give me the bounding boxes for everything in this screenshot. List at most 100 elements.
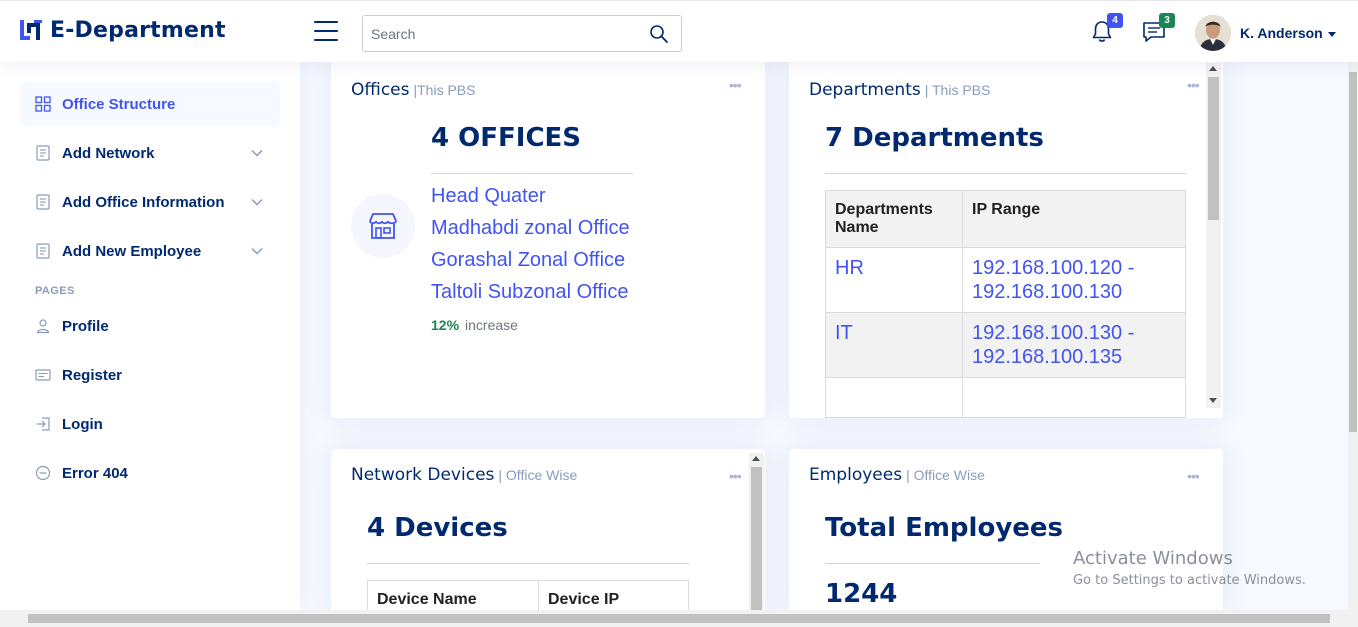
scrollbar-thumb[interactable] [1208,77,1219,220]
scroll-up-arrow-icon[interactable] [752,456,760,461]
employees-card: Employees | Office Wise ••• Total Employe… [789,449,1223,619]
search-icon[interactable] [649,24,669,44]
sidebar-item-register[interactable]: Register [20,353,280,397]
card-title-text: Network Devices [351,465,495,485]
divider [367,563,689,564]
table-row: IT 192.168.100.130 - 192.168.100.135 [825,312,1186,378]
table-cell[interactable]: 192.168.100.120 - 192.168.100.130 [962,247,1186,313]
card-subtitle: | Office Wise [906,467,985,483]
table-cell [962,377,1186,418]
sidebar-item-label: Add Office Information [62,193,225,211]
card-title: Offices |This PBS [351,80,475,100]
sidebar-item-label: Login [62,415,103,433]
departments-table: Departments Name IP Range HR 192.168.100… [825,190,1186,418]
sidebar-item-label: Profile [62,317,109,335]
notifications-badge: 4 [1107,13,1123,28]
page-scrollbar-vertical[interactable] [1348,62,1358,610]
chevron-down-icon [251,247,263,255]
column-header: IP Range [962,190,1186,248]
top-header: E-Department 4 3 K [0,0,1358,62]
sidebar-item-label: Office Structure [62,95,176,113]
office-link-gorashal[interactable]: Gorashal Zonal Office [431,244,630,276]
dash-circle-icon [35,465,51,481]
office-link-madhabdi[interactable]: Madhabdi zonal Office [431,212,630,244]
more-options-icon[interactable]: ••• [729,78,745,92]
sidebar-item-login[interactable]: Login [20,402,280,446]
increase-label: increase [465,317,518,333]
document-icon [36,145,50,161]
scroll-down-arrow-icon[interactable] [1209,398,1217,403]
employees-headline: Total Employees [825,513,1064,543]
watermark-title: Activate Windows [1073,548,1233,569]
sidebar-item-profile[interactable]: Profile [20,304,280,348]
logo-text: E-Department [50,17,226,43]
logo[interactable]: E-Department [18,17,226,43]
network-devices-card: Network Devices | Office Wise ••• 4 Devic… [331,449,765,619]
page-scrollbar-thumb[interactable] [1349,72,1357,432]
chevron-down-icon [251,198,263,206]
devices-headline: 4 Devices [367,513,508,543]
messages-badge: 3 [1159,13,1175,28]
more-options-icon[interactable]: ••• [1187,78,1203,92]
page-scrollbar-horizontal[interactable] [0,610,1358,627]
table-header-row: Departments Name IP Range [825,190,1186,248]
notifications-button[interactable]: 4 [1089,13,1123,45]
divider [431,173,633,174]
messages-button[interactable]: 3 [1141,13,1175,45]
menu-toggle-icon[interactable] [314,21,338,41]
scrollbar-thumb[interactable] [751,467,762,619]
scrollbar[interactable] [1206,63,1221,408]
sidebar: Office Structure Add Network Add Office … [0,62,300,610]
sidebar-item-label: Add New Employee [62,242,202,260]
sidebar-item-add-new-employee[interactable]: Add New Employee [20,229,280,273]
document-icon [36,243,50,259]
card-title-text: Employees [809,465,903,485]
chevron-down-icon [251,149,263,157]
card-subtitle: |This PBS [413,82,476,98]
office-link-head-quater[interactable]: Head Quater [431,180,630,212]
table-cell[interactable]: IT [825,312,963,378]
sidebar-item-office-structure[interactable]: Office Structure [20,82,280,126]
sidebar-item-label: Register [62,366,123,384]
person-icon [36,319,50,334]
sidebar-item-error-404[interactable]: Error 404 [20,451,280,495]
card-icon [35,369,51,381]
user-menu[interactable]: K. Anderson [1240,25,1336,41]
scrollbar[interactable] [749,453,764,619]
login-icon [36,417,50,431]
user-photo-icon [1195,15,1231,51]
avatar[interactable] [1195,15,1231,51]
card-title: Employees | Office Wise [809,465,985,485]
grid-icon [35,96,51,112]
card-title: Departments | This PBS [809,80,990,100]
sidebar-item-label: Error 404 [62,464,128,482]
office-list: Head Quater Madhabdi zonal Office Gorash… [431,180,630,308]
offices-headline: 4 OFFICES [431,123,582,153]
departments-headline: 7 Departments [825,123,1044,153]
office-link-taltoli[interactable]: Taltoli Subzonal Office [431,276,630,308]
offices-card: Offices |This PBS ••• 4 OFFICES Head Quat… [331,55,765,418]
employees-count: 1244 [825,579,898,609]
card-subtitle: | This PBS [924,82,991,98]
table-cell[interactable]: 192.168.100.130 - 192.168.100.135 [962,312,1186,378]
table-row [825,377,1186,418]
departments-card: Departments | This PBS ••• 7 Departments … [789,55,1223,418]
search-bar [362,15,682,52]
search-input[interactable] [363,25,643,42]
sidebar-item-add-office-information[interactable]: Add Office Information [20,180,280,224]
page-scrollbar-thumb[interactable] [28,614,1330,623]
increase-percent: 12% [431,317,460,333]
scroll-up-arrow-icon[interactable] [1209,66,1217,71]
sidebar-item-label: Add Network [62,144,155,162]
document-icon [36,194,50,210]
card-title-text: Departments [809,80,921,100]
table-cell [825,377,963,418]
column-header: Departments Name [825,190,963,248]
logo-icon [20,20,42,40]
card-subtitle: | Office Wise [498,467,578,483]
table-cell[interactable]: HR [825,247,963,313]
sidebar-item-add-network[interactable]: Add Network [20,131,280,175]
more-options-icon[interactable]: ••• [1187,469,1203,483]
more-options-icon[interactable]: ••• [729,469,745,483]
card-title-text: Offices [351,80,410,100]
